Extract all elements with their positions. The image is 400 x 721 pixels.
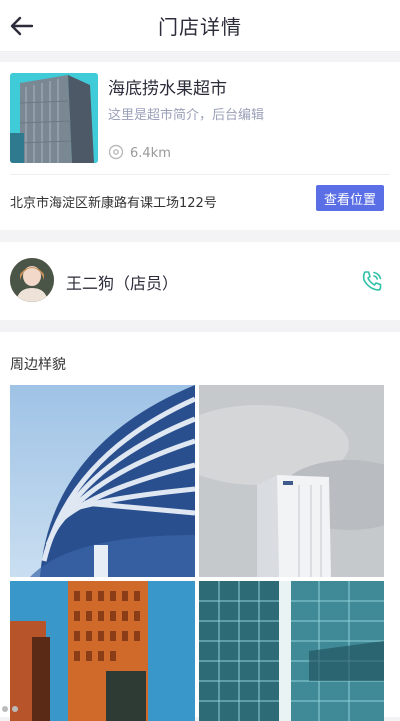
distance-value: 6.4km <box>130 145 171 161</box>
app-header: 门店详情 <box>0 0 400 52</box>
store-image[interactable] <box>10 73 98 163</box>
avatar <box>10 258 54 302</box>
gallery-photo[interactable] <box>199 385 384 577</box>
store-address: 北京市海淀区新康路有课工场122号 <box>10 196 217 211</box>
gallery-title: 周边样貌 <box>10 357 66 373</box>
gallery-photo[interactable] <box>10 581 195 721</box>
page-dot <box>2 706 8 712</box>
location-pin-icon <box>108 144 124 160</box>
divider <box>10 174 390 175</box>
page-title: 门店详情 <box>158 15 242 39</box>
store-distance: 6.4km <box>108 144 171 162</box>
gallery-photo[interactable] <box>199 581 384 721</box>
call-button[interactable] <box>358 267 386 295</box>
surroundings-gallery: 周边样貌 <box>0 332 400 721</box>
staff-card: 王二狗（店员） <box>0 242 400 320</box>
page-dot <box>12 706 18 712</box>
building-image <box>10 73 98 163</box>
staff-name: 王二狗（店员） <box>66 274 179 293</box>
view-location-button[interactable]: 查看位置 <box>316 185 384 211</box>
page-indicator <box>2 706 18 712</box>
store-name: 海底捞水果超市 <box>108 79 227 99</box>
store-info-card: 海底捞水果超市 这里是超市简介，后台编辑 6.4km 北京市海淀区新康路有课工场… <box>0 62 400 230</box>
arrow-left-icon <box>10 16 34 36</box>
store-description: 这里是超市简介，后台编辑 <box>108 108 265 123</box>
phone-icon <box>362 271 382 291</box>
back-button[interactable] <box>6 10 38 42</box>
gallery-photo[interactable] <box>10 385 195 577</box>
